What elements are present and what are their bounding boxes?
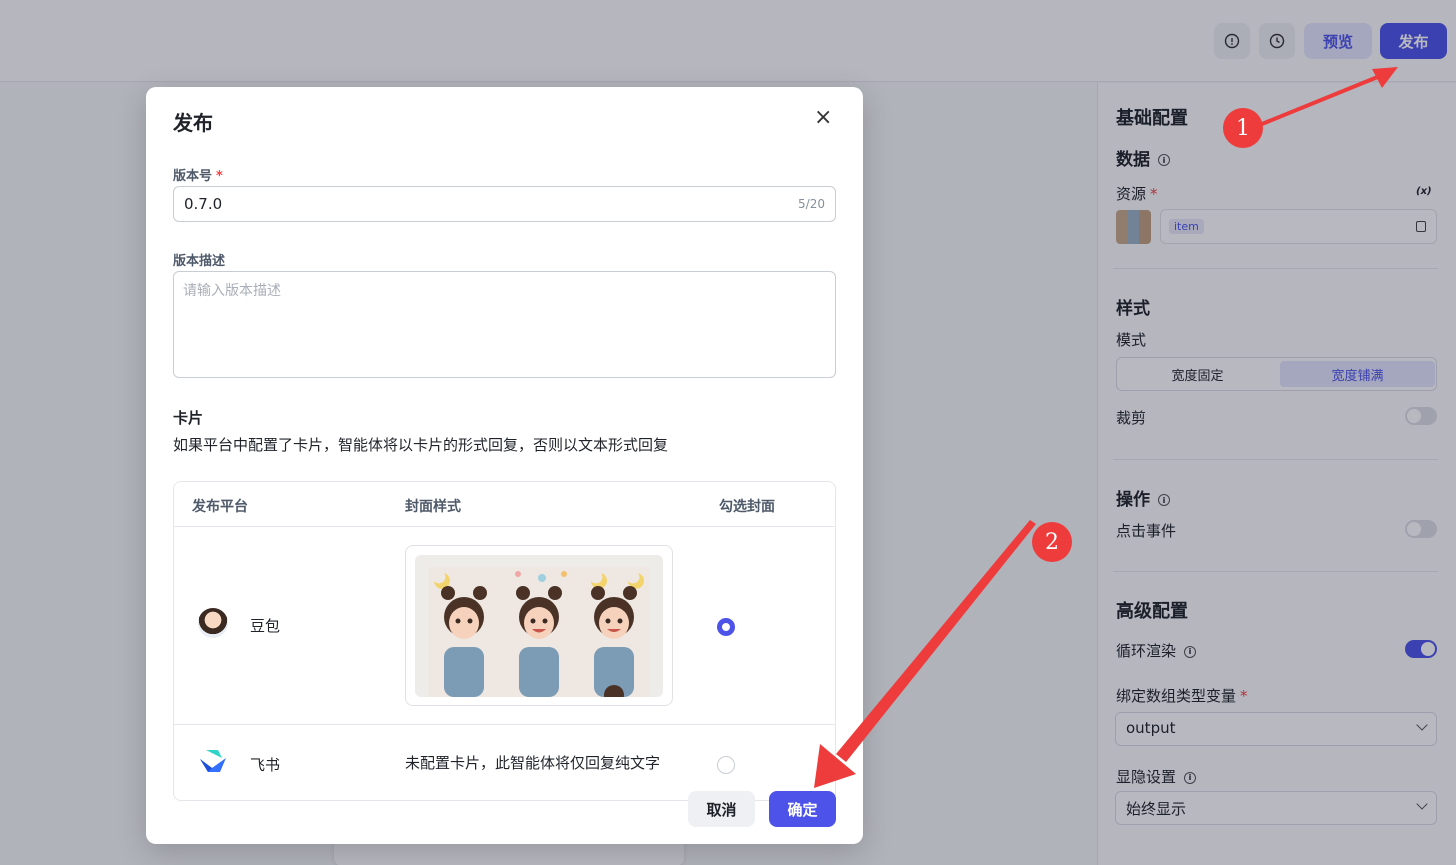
step-marker-1: 1 [1223,108,1263,148]
step-marker-2: 2 [1032,522,1072,562]
arrow-2 [814,520,1036,788]
arrow-1 [1261,67,1398,126]
